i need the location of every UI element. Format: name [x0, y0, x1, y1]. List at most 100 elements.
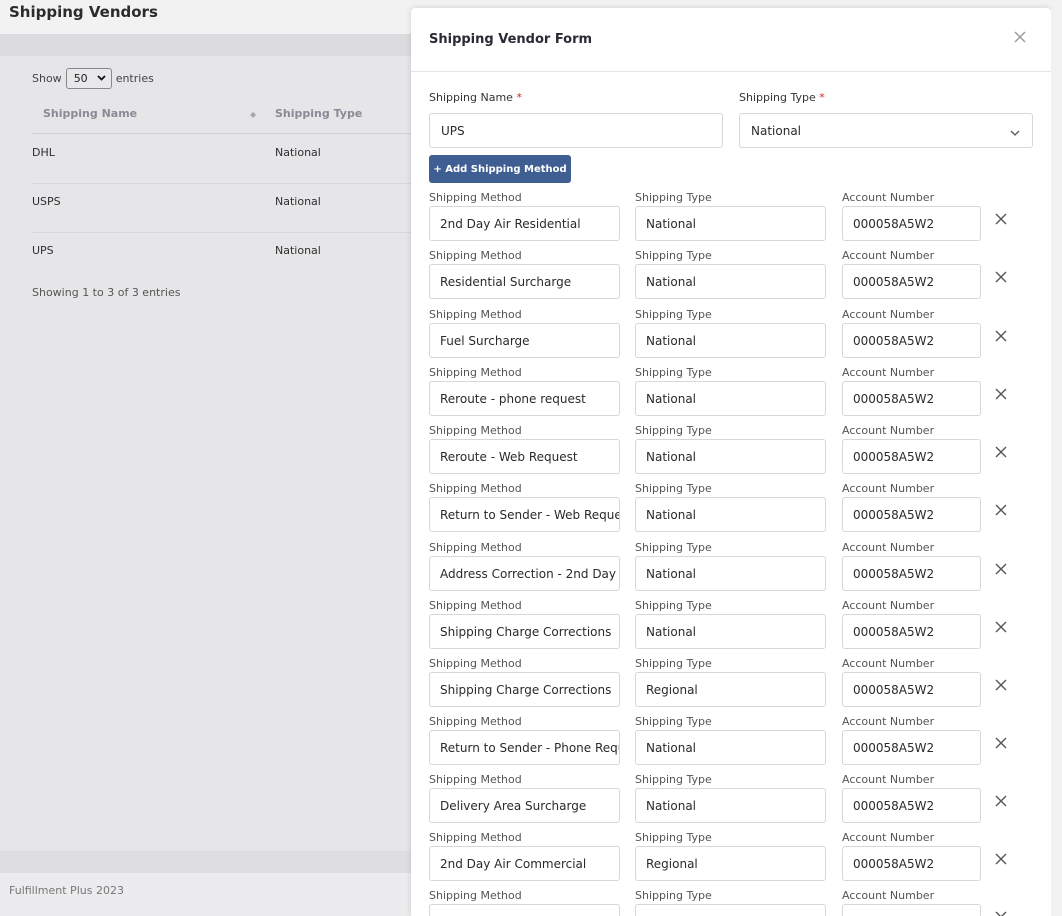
method-shipping-type-label: Shipping Type: [635, 366, 712, 379]
column-header-shipping-type[interactable]: Shipping Type: [275, 107, 362, 120]
scrollbar-track[interactable]: [1051, 8, 1062, 916]
table-cell-type: National: [275, 244, 321, 257]
table-cell-name: DHL: [32, 146, 55, 159]
shipping-method-input[interactable]: Residential Surcharge: [429, 264, 620, 299]
row-divider: [32, 232, 412, 233]
method-shipping-type-input[interactable]: Regional: [635, 672, 826, 707]
account-number-input[interactable]: 000058A5W2: [842, 556, 981, 591]
entries-select[interactable]: 50: [65, 68, 112, 89]
remove-method-icon[interactable]: [995, 388, 1007, 400]
remove-method-icon[interactable]: [995, 563, 1007, 575]
account-number-label: Account Number: [842, 889, 935, 902]
remove-method-icon[interactable]: [995, 911, 1007, 916]
method-shipping-type-input[interactable]: National: [635, 497, 826, 532]
method-shipping-type-label: Shipping Type: [635, 249, 712, 262]
method-shipping-type-label: Shipping Type: [635, 831, 712, 844]
column-header-shipping-name[interactable]: Shipping Name: [43, 107, 137, 120]
pagination-info: Showing 1 to 3 of 3 entries: [32, 286, 181, 299]
table-cell-type: National: [275, 146, 321, 159]
account-number-label: Account Number: [842, 249, 935, 262]
shipping-method-label: Shipping Method: [429, 715, 522, 728]
method-shipping-type-input[interactable]: National: [635, 788, 826, 823]
account-number-label: Account Number: [842, 424, 935, 437]
entries-control: Show 50 entries: [32, 68, 154, 89]
method-shipping-type-input[interactable]: [635, 904, 826, 916]
shipping-method-input[interactable]: Return to Sender - Web Request: [429, 497, 620, 532]
remove-method-icon[interactable]: [995, 679, 1007, 691]
method-shipping-type-input[interactable]: National: [635, 730, 826, 765]
shipping-method-input[interactable]: Address Correction - 2nd Day: [429, 556, 620, 591]
shipping-name-input[interactable]: UPS: [429, 113, 723, 148]
method-shipping-type-label: Shipping Type: [635, 657, 712, 670]
remove-method-icon[interactable]: [995, 504, 1007, 516]
remove-method-icon[interactable]: [995, 330, 1007, 342]
method-shipping-type-input[interactable]: National: [635, 614, 826, 649]
method-shipping-type-label: Shipping Type: [635, 482, 712, 495]
account-number-input[interactable]: 000058A5W2: [842, 846, 981, 881]
close-icon[interactable]: [1013, 30, 1027, 44]
remove-method-icon[interactable]: [995, 795, 1007, 807]
account-number-input[interactable]: [842, 904, 981, 916]
method-shipping-type-input[interactable]: National: [635, 206, 826, 241]
shipping-method-label: Shipping Method: [429, 424, 522, 437]
account-number-input[interactable]: 000058A5W2: [842, 381, 981, 416]
shipping-method-label: Shipping Method: [429, 831, 522, 844]
shipping-method-label: Shipping Method: [429, 657, 522, 670]
shipping-method-input[interactable]: 2nd Day Air Residential: [429, 206, 620, 241]
remove-method-icon[interactable]: [995, 446, 1007, 458]
method-shipping-type-input[interactable]: National: [635, 264, 826, 299]
account-number-label: Account Number: [842, 599, 935, 612]
shipping-method-input[interactable]: Return to Sender - Phone Request: [429, 730, 620, 765]
sort-icon[interactable]: ◆: [250, 110, 256, 119]
remove-method-icon[interactable]: [995, 213, 1007, 225]
entries-value: 50: [73, 72, 88, 85]
account-number-input[interactable]: 000058A5W2: [842, 439, 981, 474]
remove-method-icon[interactable]: [995, 621, 1007, 633]
account-number-label: Account Number: [842, 366, 935, 379]
shipping-method-input[interactable]: Delivery Area Surcharge: [429, 788, 620, 823]
shipping-method-input[interactable]: Shipping Charge Corrections: [429, 672, 620, 707]
shipping-type-select[interactable]: National: [739, 113, 1033, 148]
required-mark: *: [516, 91, 522, 104]
shipping-method-input[interactable]: Fuel Surcharge: [429, 323, 620, 358]
shipping-method-input[interactable]: Reroute - Web Request: [429, 439, 620, 474]
method-shipping-type-input[interactable]: National: [635, 556, 826, 591]
account-number-input[interactable]: 000058A5W2: [842, 206, 981, 241]
account-number-label: Account Number: [842, 191, 935, 204]
shipping-method-label: Shipping Method: [429, 366, 522, 379]
method-shipping-type-input[interactable]: National: [635, 381, 826, 416]
method-shipping-type-input[interactable]: Regional: [635, 846, 826, 881]
table-cell-name: UPS: [32, 244, 54, 257]
method-shipping-type-label: Shipping Type: [635, 541, 712, 554]
account-number-input[interactable]: 000058A5W2: [842, 788, 981, 823]
method-shipping-type-input[interactable]: National: [635, 439, 826, 474]
account-number-label: Account Number: [842, 773, 935, 786]
shipping-type-label: Shipping Type *: [739, 91, 825, 104]
add-shipping-method-button[interactable]: + Add Shipping Method: [429, 155, 571, 183]
shipping-method-label: Shipping Method: [429, 482, 522, 495]
method-shipping-type-label: Shipping Type: [635, 715, 712, 728]
table-header-divider: [32, 133, 412, 134]
method-shipping-type-label: Shipping Type: [635, 308, 712, 321]
remove-method-icon[interactable]: [995, 737, 1007, 749]
shipping-method-input[interactable]: [429, 904, 620, 916]
account-number-input[interactable]: 000058A5W2: [842, 672, 981, 707]
remove-method-icon[interactable]: [995, 271, 1007, 283]
remove-method-icon[interactable]: [995, 853, 1007, 865]
shipping-type-value: National: [751, 123, 802, 138]
modal-title: Shipping Vendor Form: [429, 32, 593, 47]
account-number-label: Account Number: [842, 715, 935, 728]
shipping-method-label: Shipping Method: [429, 308, 522, 321]
table-cell-type: National: [275, 195, 321, 208]
account-number-input[interactable]: 000058A5W2: [842, 323, 981, 358]
method-shipping-type-input[interactable]: National: [635, 323, 826, 358]
account-number-input[interactable]: 000058A5W2: [842, 264, 981, 299]
account-number-input[interactable]: 000058A5W2: [842, 730, 981, 765]
shipping-method-label: Shipping Method: [429, 599, 522, 612]
shipping-method-input[interactable]: Reroute - phone request: [429, 381, 620, 416]
shipping-method-input[interactable]: 2nd Day Air Commercial: [429, 846, 620, 881]
account-number-input[interactable]: 000058A5W2: [842, 497, 981, 532]
account-number-input[interactable]: 000058A5W2: [842, 614, 981, 649]
shipping-method-input[interactable]: Shipping Charge Corrections: [429, 614, 620, 649]
method-shipping-type-label: Shipping Type: [635, 889, 712, 902]
